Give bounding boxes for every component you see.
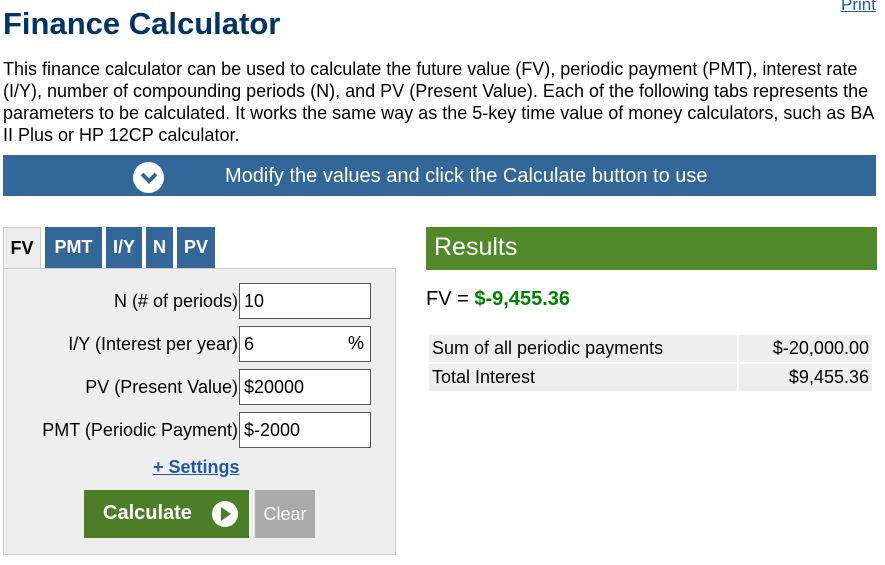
n-input[interactable]: [239, 283, 371, 319]
tab-pmt[interactable]: PMT: [45, 227, 102, 268]
n-label: N (# of periods): [113, 291, 238, 311]
pmt-label: PMT (Periodic Payment): [42, 420, 238, 440]
instruction-banner[interactable]: Modify the values and click the Calculat…: [3, 155, 876, 196]
banner-text: Modify the values and click the Calculat…: [225, 165, 708, 187]
calculate-label: Calculate: [103, 502, 192, 524]
pv-row: PV (Present Value): [4, 369, 397, 405]
calculate-button[interactable]: Calculate: [84, 490, 249, 538]
calculator-tabs: FV PMT I/Y N PV: [3, 227, 219, 268]
results-table: Sum of all periodic payments $-20,000.00…: [427, 333, 874, 393]
result-row-label: Total Interest: [429, 364, 737, 391]
pmt-input[interactable]: [239, 412, 371, 448]
result-row-value: $9,455.36: [739, 364, 872, 391]
play-arrow-icon: [212, 501, 238, 527]
pv-label: PV (Present Value): [85, 377, 238, 397]
result-row-value: $-20,000.00: [739, 335, 872, 362]
fv-result: FV = $-9,455.36: [426, 288, 570, 311]
fv-result-value: $-9,455.36: [474, 288, 570, 310]
table-row: Sum of all periodic payments $-20,000.00: [429, 335, 872, 362]
results-header: Results: [426, 227, 877, 270]
fv-result-label: FV =: [426, 288, 475, 310]
intro-text: This finance calculator can be used to c…: [3, 59, 874, 145]
table-row: Total Interest $9,455.36: [429, 364, 872, 391]
tab-iy[interactable]: I/Y: [106, 227, 142, 268]
chevron-down-icon[interactable]: [133, 162, 164, 193]
percent-suffix: %: [348, 333, 365, 353]
tab-pv[interactable]: PV: [177, 227, 215, 268]
result-row-label: Sum of all periodic payments: [429, 335, 737, 362]
pmt-row: PMT (Periodic Payment): [4, 412, 397, 448]
iy-row: I/Y (Interest per year) %: [4, 326, 397, 362]
pv-input[interactable]: [239, 369, 371, 405]
clear-button[interactable]: Clear: [255, 490, 315, 538]
n-row: N (# of periods): [4, 283, 397, 319]
input-panel: N (# of periods) I/Y (Interest per year)…: [3, 268, 396, 555]
iy-label: I/Y (Interest per year): [68, 334, 238, 354]
tab-n[interactable]: N: [146, 227, 173, 268]
print-link[interactable]: Print: [841, 0, 876, 15]
settings-link[interactable]: + Settings: [153, 457, 240, 478]
page-title: Finance Calculator: [3, 6, 281, 41]
tab-fv[interactable]: FV: [3, 227, 41, 268]
